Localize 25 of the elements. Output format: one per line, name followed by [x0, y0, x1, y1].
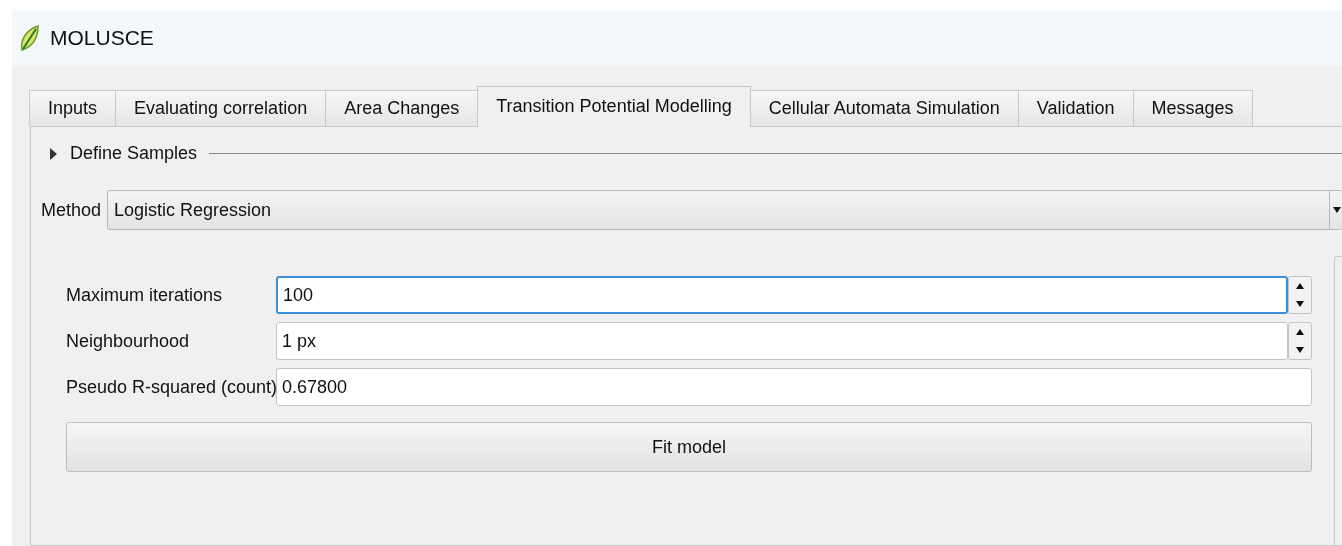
field-label: Maximum iterations	[66, 284, 224, 306]
tab[interactable]: Messages	[1132, 90, 1253, 126]
tab[interactable]: Transition Potential Modelling	[477, 86, 751, 127]
tab[interactable]: Cellular Automata Simulation	[749, 90, 1019, 126]
expand-arrow-icon	[49, 146, 58, 161]
window-title: MOLUSCE	[50, 26, 154, 50]
fit-model-button[interactable]: Fit model	[66, 422, 1312, 472]
define-samples-toggle[interactable]: Define Samples	[49, 143, 198, 164]
tab[interactable]: Inputs	[29, 90, 117, 126]
tab[interactable]: Area Changes	[325, 90, 479, 126]
down-arrow-icon	[1295, 346, 1305, 354]
input-field[interactable]: 1 px	[276, 322, 1288, 360]
tab[interactable]: Evaluating correlation	[115, 90, 327, 126]
input-field[interactable]: 100	[276, 276, 1288, 314]
input-field[interactable]: 0.67800	[276, 368, 1312, 406]
field-label: Method	[41, 199, 102, 221]
up-arrow-icon	[1295, 328, 1305, 336]
dropdown-arrow-icon	[1332, 206, 1342, 214]
down-arrow-icon	[1295, 300, 1305, 308]
field-label: Neighbourhood	[66, 330, 191, 352]
field-label: Pseudo R-squared (count)	[66, 376, 276, 398]
up-arrow-icon	[1295, 282, 1305, 290]
tab[interactable]: Validation	[1017, 90, 1134, 126]
method-dropdown[interactable]: Logistic Regression	[107, 190, 1342, 230]
leaf-logo-icon	[18, 24, 42, 52]
